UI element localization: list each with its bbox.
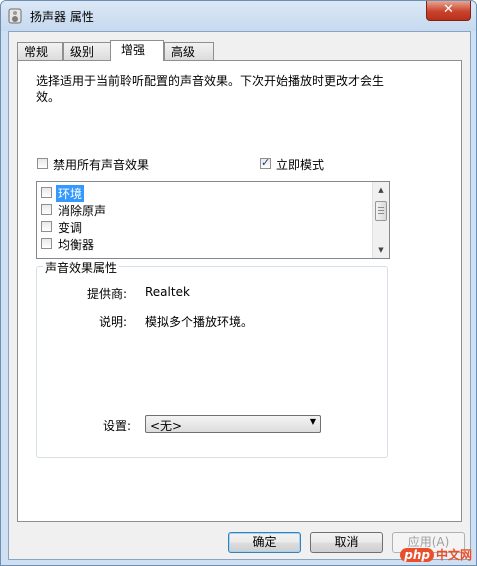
tab-levels[interactable]: 级别 [63, 42, 111, 60]
description-label: 说明: [98, 315, 127, 329]
title-bar[interactable]: 扬声器 属性 ✕ [1, 1, 476, 31]
disable-all-checkbox[interactable] [37, 158, 48, 169]
chevron-down-icon: ▼ [309, 417, 316, 426]
description-value: 模拟多个播放环境。 [145, 315, 254, 329]
effect-label[interactable]: 均衡器 [58, 236, 94, 253]
effect-label[interactable]: 环境 [56, 185, 85, 202]
ok-button[interactable]: 确定 [228, 532, 301, 553]
tab-general[interactable]: 常规 [17, 42, 63, 60]
settings-select[interactable]: <无> ▼ [145, 415, 321, 433]
vertical-scrollbar[interactable]: ▲ ▼ [372, 182, 389, 258]
properties-window: 扬声器 属性 ✕ 常规 级别 增强 高级 选择适用于当前聆听配置的声音效果。下次… [0, 0, 477, 566]
cancel-button[interactable]: 取消 [310, 532, 383, 553]
immediate-mode-label[interactable]: 立即模式 [276, 156, 324, 173]
effect-label[interactable]: 消除原声 [58, 202, 106, 219]
effect-properties-group: 声音效果属性 提供商: Realtek 说明: 模拟多个播放环境。 设置: <无… [36, 259, 388, 458]
scroll-down-icon[interactable]: ▼ [373, 242, 389, 258]
close-icon: ✕ [443, 2, 454, 17]
provider-label: 提供商: [86, 287, 127, 301]
window-title: 扬声器 属性 [30, 10, 94, 24]
effects-list[interactable]: 环境 消除原声 变调 均衡器 ▲ ▼ [36, 181, 390, 259]
effect-checkbox[interactable] [41, 204, 52, 215]
effect-checkbox[interactable] [41, 221, 52, 232]
tab-enhancements[interactable]: 增强 [110, 40, 164, 61]
tab-advanced[interactable]: 高级 [164, 42, 214, 60]
settings-selected-value: <无> [150, 419, 183, 433]
disable-all-label[interactable]: 禁用所有声音效果 [53, 156, 149, 173]
scroll-thumb[interactable] [375, 201, 387, 221]
close-button[interactable]: ✕ [426, 1, 471, 21]
dialog-body: 常规 级别 增强 高级 选择适用于当前聆听配置的声音效果。下次开始播放时更改才会… [8, 31, 471, 560]
site-watermark: php 中文网 [400, 546, 472, 563]
effect-checkbox[interactable] [41, 187, 52, 198]
enhancements-description: 选择适用于当前聆听配置的声音效果。下次开始播放时更改才会生效。 [36, 74, 385, 104]
effect-checkbox[interactable] [41, 238, 52, 249]
immediate-mode-checkbox[interactable] [260, 156, 271, 169]
watermark-badge: php [400, 548, 434, 562]
enhancements-panel: 选择适用于当前聆听配置的声音效果。下次开始播放时更改才会生效。 禁用所有声音效果… [17, 60, 462, 522]
group-title: 声音效果属性 [43, 259, 120, 276]
settings-label: 设置: [102, 419, 131, 433]
effect-label[interactable]: 变调 [58, 219, 82, 236]
watermark-text: 中文网 [435, 548, 472, 562]
scroll-up-icon[interactable]: ▲ [373, 182, 389, 198]
provider-value: Realtek [145, 285, 190, 299]
speaker-icon [8, 8, 22, 24]
